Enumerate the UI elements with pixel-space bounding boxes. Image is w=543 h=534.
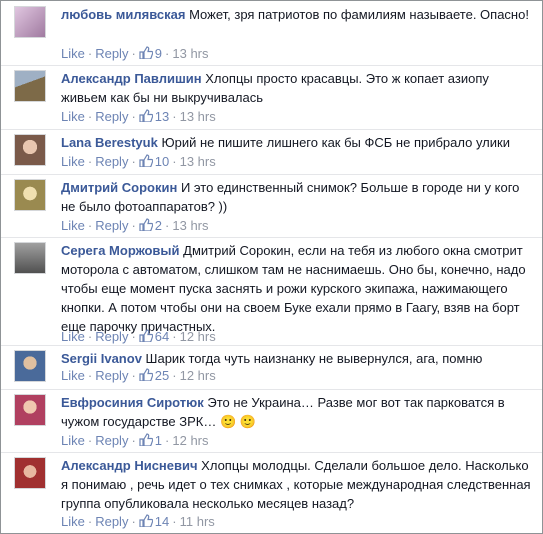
avatar[interactable] bbox=[14, 6, 46, 38]
comment-text: Юрий не пишите лишнего как бы ФСБ не при… bbox=[161, 135, 510, 150]
comment-body: Александр Павлишин Хлопцы просто красавц… bbox=[61, 69, 531, 107]
thumbs-up-icon bbox=[139, 218, 153, 231]
comments-panel: любовь милявская Может, зря патриотов по… bbox=[0, 0, 543, 534]
like-count[interactable]: 64 bbox=[155, 329, 169, 344]
avatar[interactable] bbox=[14, 394, 46, 426]
author-link[interactable]: любовь милявская bbox=[61, 7, 185, 22]
like-count[interactable]: 14 bbox=[155, 514, 169, 529]
like-count[interactable]: 25 bbox=[155, 368, 169, 383]
timestamp[interactable]: 13 hrs bbox=[172, 46, 208, 61]
comment-text: Может, зря патриотов по фамилиям называе… bbox=[189, 7, 529, 22]
comment-actions: Like · Reply · 25 · 12 hrs bbox=[61, 368, 216, 383]
comment-actions: Like · Reply · 14 · 11 hrs bbox=[61, 514, 215, 529]
like-count[interactable]: 13 bbox=[155, 109, 169, 124]
avatar[interactable] bbox=[14, 242, 46, 274]
thumbs-up-icon bbox=[139, 514, 153, 527]
thumbs-up-icon bbox=[139, 154, 153, 167]
like-count[interactable]: 10 bbox=[155, 154, 169, 169]
author-link[interactable]: Александр Нисневич bbox=[61, 458, 198, 473]
comment-body: Lana Berestyuk Юрий не пишите лишнего ка… bbox=[61, 133, 531, 152]
author-link[interactable]: Евфросиния Сиротюк bbox=[61, 395, 204, 410]
like-count[interactable]: 9 bbox=[155, 46, 162, 61]
comment-item: Александр Нисневич Хлопцы молодцы. Сдела… bbox=[1, 452, 542, 533]
reply-button[interactable]: Reply bbox=[95, 329, 128, 344]
thumbs-up-icon bbox=[139, 433, 153, 446]
avatar[interactable] bbox=[14, 70, 46, 102]
timestamp[interactable]: 12 hrs bbox=[180, 368, 216, 383]
comment-actions: Like · Reply · 9 · 13 hrs bbox=[61, 46, 209, 61]
author-link[interactable]: Дмитрий Сорокин bbox=[61, 180, 177, 195]
author-link[interactable]: Серега Моржовый bbox=[61, 243, 180, 258]
like-button[interactable]: Like bbox=[61, 109, 85, 124]
comment-actions: Like · Reply · 64 · 12 hrs bbox=[61, 329, 216, 344]
thumbs-up-icon bbox=[139, 329, 153, 342]
comment-item: Дмитрий Сорокин И это единственный снимо… bbox=[1, 174, 542, 238]
like-button[interactable]: Like bbox=[61, 368, 85, 383]
timestamp[interactable]: 13 hrs bbox=[180, 109, 216, 124]
comment-item: Lana Berestyuk Юрий не пишите лишнего ка… bbox=[1, 129, 542, 175]
reply-button[interactable]: Reply bbox=[95, 368, 128, 383]
timestamp[interactable]: 12 hrs bbox=[180, 329, 216, 344]
like-button[interactable]: Like bbox=[61, 46, 85, 61]
reply-button[interactable]: Reply bbox=[95, 218, 128, 233]
like-button[interactable]: Like bbox=[61, 514, 85, 529]
avatar[interactable] bbox=[14, 179, 46, 211]
reply-button[interactable]: Reply bbox=[95, 514, 128, 529]
like-button[interactable]: Like bbox=[61, 329, 85, 344]
comment-actions: Like · Reply · 10 · 13 hrs bbox=[61, 154, 216, 169]
comment-body: любовь милявская Может, зря патриотов по… bbox=[61, 5, 531, 24]
author-link[interactable]: Sergii Ivanov bbox=[61, 351, 142, 366]
timestamp[interactable]: 13 hrs bbox=[172, 218, 208, 233]
comment-body: Александр Нисневич Хлопцы молодцы. Сдела… bbox=[61, 456, 531, 513]
thumbs-up-icon bbox=[139, 46, 153, 59]
timestamp[interactable]: 13 hrs bbox=[180, 154, 216, 169]
reply-button[interactable]: Reply bbox=[95, 46, 128, 61]
comment-actions: Like · Reply · 13 · 13 hrs bbox=[61, 109, 216, 124]
like-button[interactable]: Like bbox=[61, 218, 85, 233]
comment-text: Шарик тогда чуть наизнанку не вывернулся… bbox=[145, 351, 483, 366]
avatar[interactable] bbox=[14, 134, 46, 166]
reply-button[interactable]: Reply bbox=[95, 433, 128, 448]
thumbs-up-icon bbox=[139, 109, 153, 122]
comment-item: Евфросиния Сиротюк Это не Украина… Разве… bbox=[1, 389, 542, 453]
like-button[interactable]: Like bbox=[61, 154, 85, 169]
thumbs-up-icon bbox=[139, 368, 153, 381]
comment-item: Серега Моржовый Дмитрий Сорокин, если на… bbox=[1, 237, 542, 346]
avatar[interactable] bbox=[14, 350, 46, 382]
like-button[interactable]: Like bbox=[61, 433, 85, 448]
comment-actions: Like · Reply · 1 · 12 hrs bbox=[61, 433, 209, 448]
comment-item: Sergii Ivanov Шарик тогда чуть наизнанку… bbox=[1, 345, 542, 390]
comment-body: Серега Моржовый Дмитрий Сорокин, если на… bbox=[61, 241, 531, 336]
comment-item: любовь милявская Может, зря патриотов по… bbox=[1, 1, 542, 66]
comment-actions: Like · Reply · 2 · 13 hrs bbox=[61, 218, 209, 233]
reply-button[interactable]: Reply bbox=[95, 109, 128, 124]
comment-item: Александр Павлишин Хлопцы просто красавц… bbox=[1, 65, 542, 130]
timestamp[interactable]: 12 hrs bbox=[172, 433, 208, 448]
avatar[interactable] bbox=[14, 457, 46, 489]
reply-button[interactable]: Reply bbox=[95, 154, 128, 169]
like-count[interactable]: 1 bbox=[155, 433, 162, 448]
author-link[interactable]: Lana Berestyuk bbox=[61, 135, 158, 150]
smile-emoticon-icons: 🙂 🙂 bbox=[219, 414, 256, 429]
author-link[interactable]: Александр Павлишин bbox=[61, 71, 202, 86]
comment-body: Евфросиния Сиротюк Это не Украина… Разве… bbox=[61, 393, 531, 431]
timestamp[interactable]: 11 hrs bbox=[180, 514, 215, 529]
like-count[interactable]: 2 bbox=[155, 218, 162, 233]
comment-body: Дмитрий Сорокин И это единственный снимо… bbox=[61, 178, 531, 216]
